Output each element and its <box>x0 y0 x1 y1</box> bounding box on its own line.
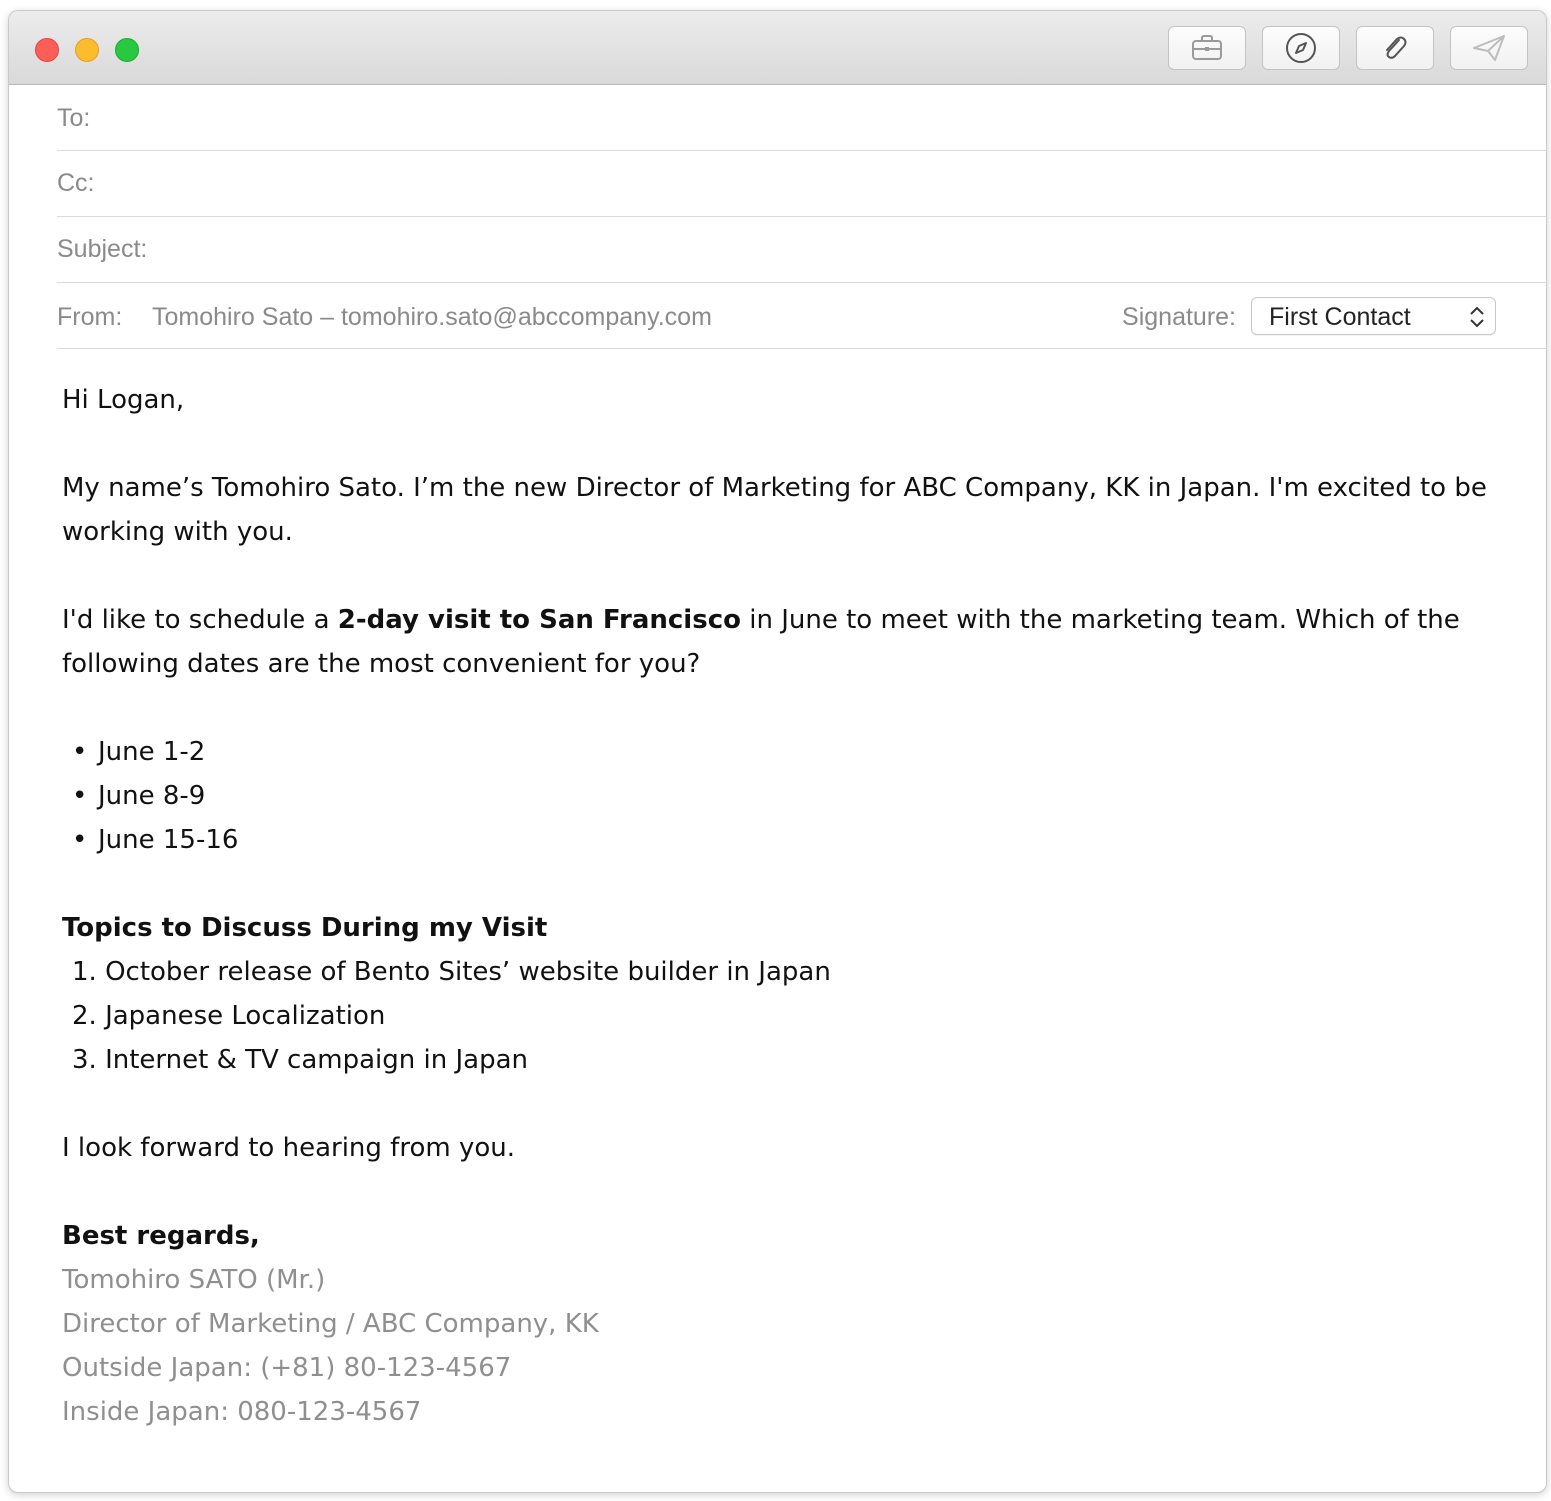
minimize-window-button[interactable] <box>75 38 99 62</box>
list-item: June 15-16 <box>62 818 1502 862</box>
signature-label: Signature: <box>1122 303 1236 331</box>
to-field[interactable]: To: <box>57 84 1546 151</box>
subject-field[interactable]: Subject: <box>57 217 1546 283</box>
cc-field[interactable]: Cc: <box>57 151 1546 217</box>
schedule-paragraph: I'd like to schedule a 2-day visit to Sa… <box>62 598 1502 686</box>
signature-name: Tomohiro SATO (Mr.) <box>62 1265 326 1295</box>
signature-phone-inside: Inside Japan: 080-123-4567 <box>62 1397 422 1427</box>
chevron-up-down-icon <box>1470 306 1484 328</box>
closing-line: I look forward to hearing from you. <box>62 1133 515 1163</box>
paperclip-icon <box>1386 36 1407 59</box>
message-body[interactable]: Hi Logan, My name’s Tomohiro Sato. I’m t… <box>62 378 1502 1434</box>
browse-button[interactable] <box>1262 26 1340 70</box>
from-field: From: Tomohiro Sato – tomohiro.sato@abcc… <box>57 283 1546 349</box>
compose-window: To: Cc: Subject: From: Tomohiro Sato – t… <box>8 10 1547 1493</box>
list-item: June 8-9 <box>62 774 1502 818</box>
cc-label: Cc: <box>57 169 95 197</box>
send-button[interactable] <box>1450 26 1528 70</box>
header-fields-button[interactable] <box>1168 26 1246 70</box>
signature-selected-value: First Contact <box>1269 303 1411 331</box>
maximize-window-button[interactable] <box>115 38 139 62</box>
briefcase-icon <box>1192 35 1222 60</box>
subject-label: Subject: <box>57 235 148 263</box>
close-window-button[interactable] <box>35 38 59 62</box>
topics-list: 1. October release of Bento Sites’ websi… <box>62 950 1502 1082</box>
topics-heading: Topics to Discuss During my Visit <box>62 913 548 943</box>
attach-button[interactable] <box>1356 26 1434 70</box>
signature-phone-outside: Outside Japan: (+81) 80-123-4567 <box>62 1353 512 1383</box>
compass-icon <box>1286 33 1316 63</box>
list-item: June 1-2 <box>62 730 1502 774</box>
signature-select[interactable]: First Contact <box>1251 297 1496 335</box>
intro-paragraph: My name’s Tomohiro Sato. I’m the new Dir… <box>62 473 1487 547</box>
list-item: 3. Internet & TV campaign in Japan <box>72 1045 528 1075</box>
schedule-highlight: 2-day visit to San Francisco <box>337 605 741 635</box>
signature-title: Director of Marketing / ABC Company, KK <box>62 1309 599 1339</box>
title-bar <box>9 11 1546 85</box>
signoff: Best regards, <box>62 1221 260 1251</box>
greeting: Hi Logan, <box>62 385 185 415</box>
to-label: To: <box>57 104 91 132</box>
list-item: 1. October release of Bento Sites’ websi… <box>72 957 831 987</box>
from-label: From: <box>57 303 123 331</box>
send-icon <box>1473 35 1505 61</box>
schedule-text-start: I'd like to schedule a <box>62 605 338 635</box>
list-item: 2. Japanese Localization <box>72 1001 386 1031</box>
from-account-select[interactable]: Tomohiro Sato – tomohiro.sato@abccompany… <box>152 303 712 332</box>
dates-list: June 1-2 June 8-9 June 15-16 <box>62 730 1502 862</box>
